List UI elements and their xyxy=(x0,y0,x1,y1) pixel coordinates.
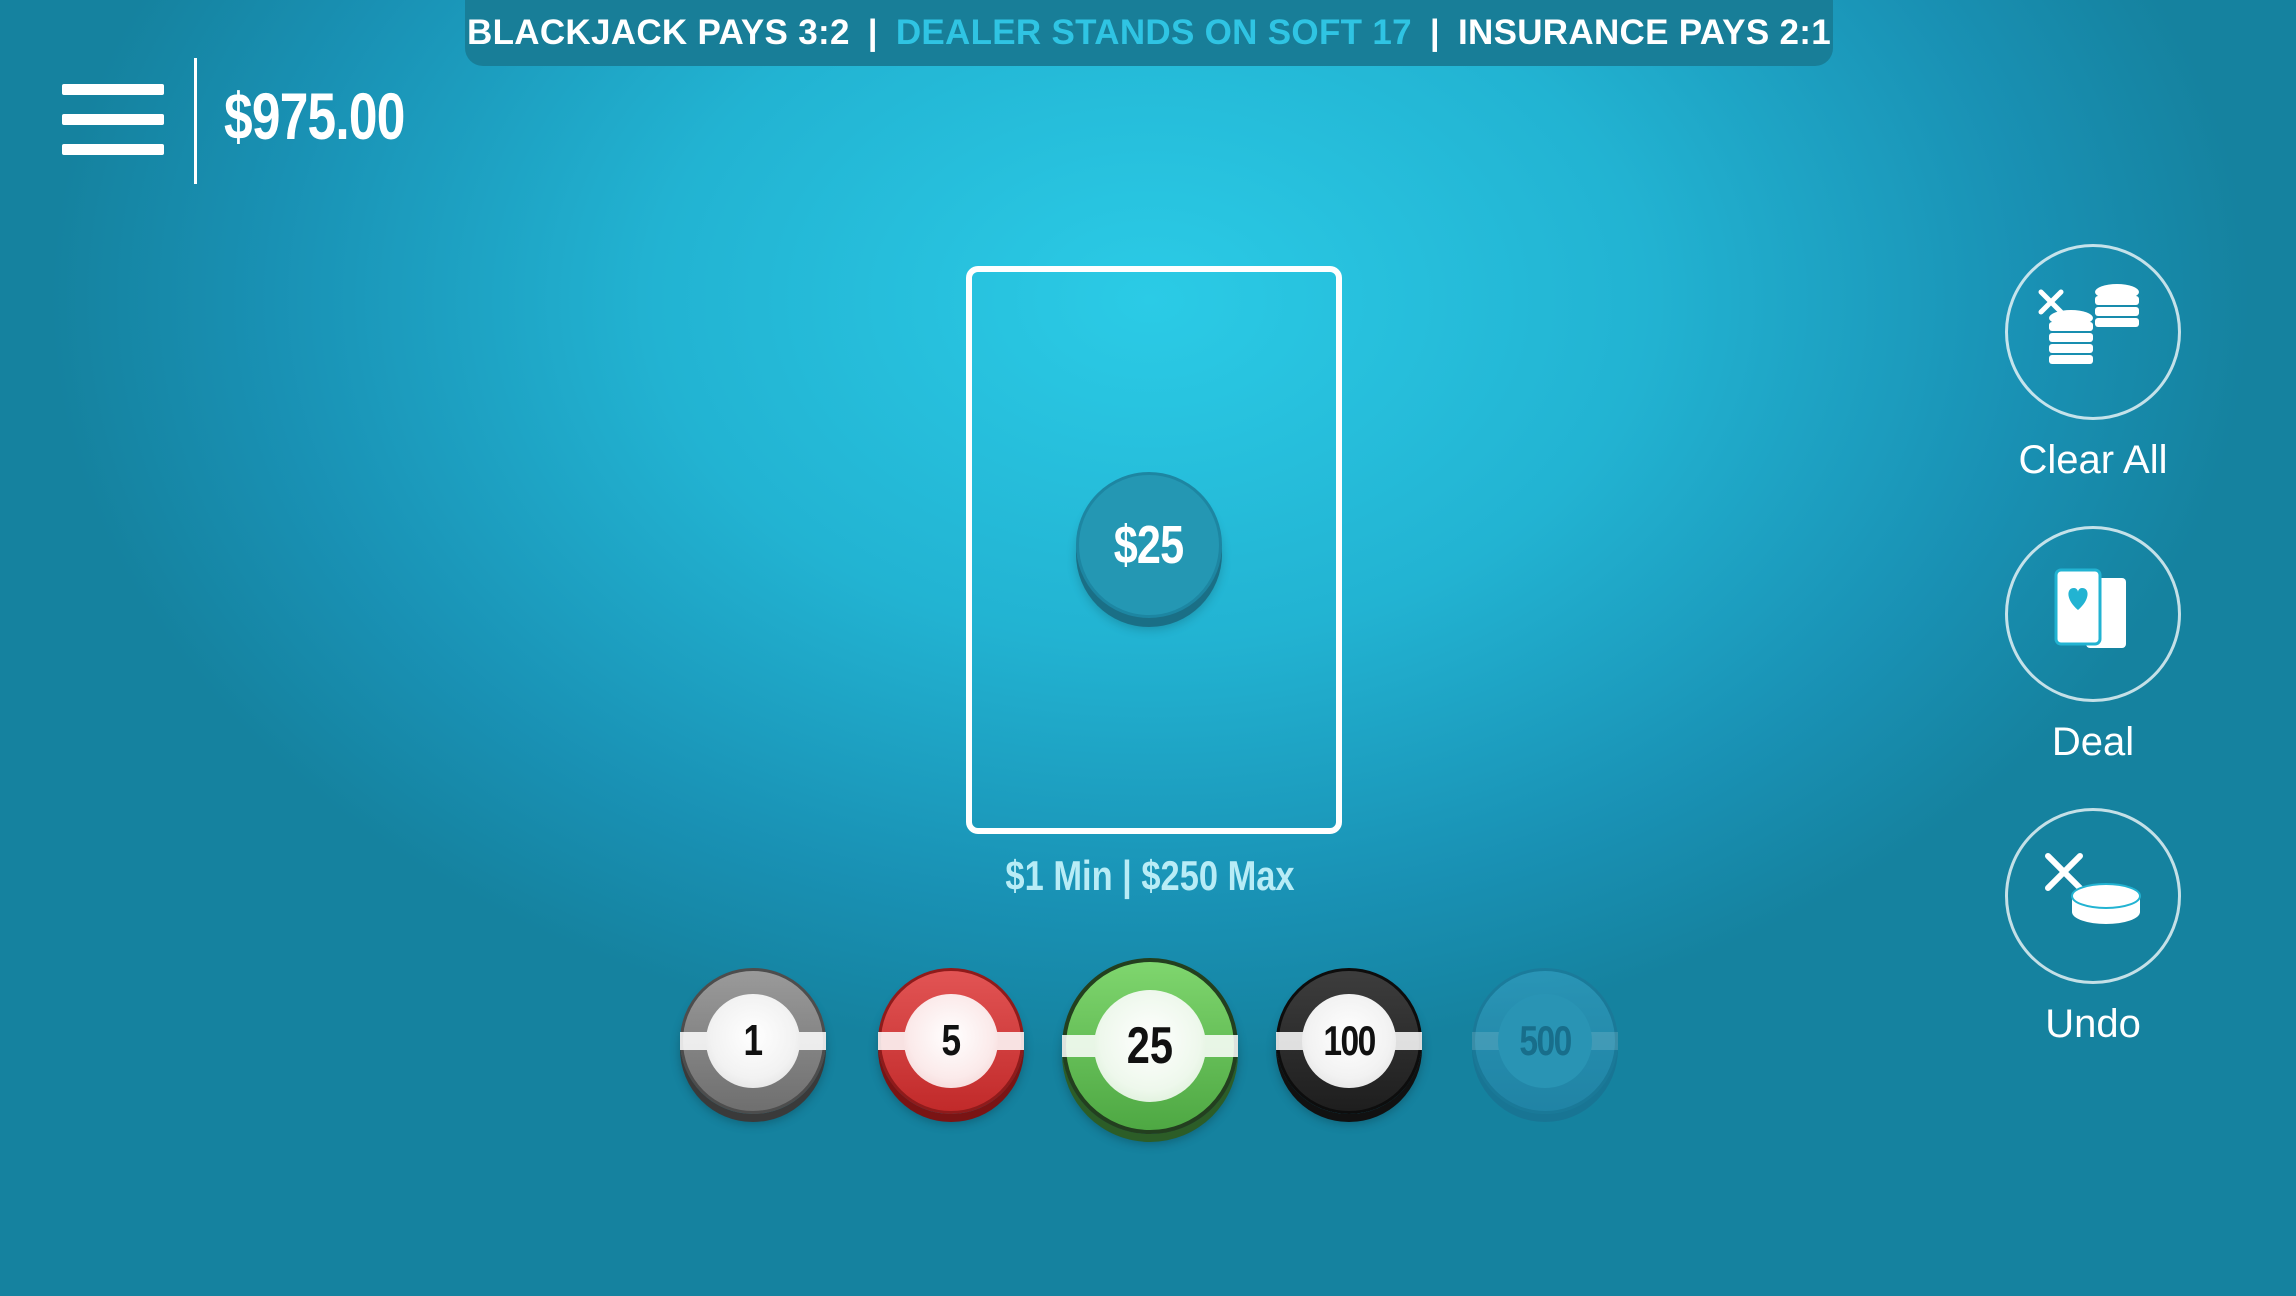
chip-face: 5 xyxy=(904,994,998,1088)
rules-banner: BLACKJACK PAYS 3:2 | DEALER STANDS ON SO… xyxy=(465,0,1833,66)
clear-all-label: Clear All xyxy=(2018,438,2168,482)
hamburger-menu-icon[interactable] xyxy=(62,84,164,156)
deal-button[interactable]: Deal xyxy=(2000,526,2186,765)
rule-insurance: INSURANCE PAYS 2:1 xyxy=(1457,13,1831,52)
chip-face: 100 xyxy=(1302,994,1396,1088)
clear-all-button[interactable]: Clear All xyxy=(2000,244,2186,483)
header-divider xyxy=(194,58,197,184)
chip-value: 1 xyxy=(743,1015,763,1065)
undo-label: Undo xyxy=(2045,1002,2141,1046)
rule-blackjack: BLACKJACK PAYS 3:2 xyxy=(467,13,850,52)
chip-face: 1 xyxy=(706,994,800,1088)
chip-value: 100 xyxy=(1323,1016,1376,1064)
menu-bar xyxy=(62,84,164,95)
chip-value: 500 xyxy=(1519,1016,1572,1064)
placed-bet-chip[interactable]: $25 xyxy=(1076,472,1222,618)
deal-cards-icon xyxy=(2054,568,2126,648)
chip-500[interactable]: 500 xyxy=(1472,968,1618,1114)
clear-all-circle xyxy=(2005,244,2181,420)
rule-separator: | xyxy=(867,13,878,52)
chip-1[interactable]: 1 xyxy=(680,968,826,1114)
menu-bar xyxy=(62,144,164,155)
rule-dealer: DEALER STANDS ON SOFT 17 xyxy=(895,13,1412,52)
undo-circle xyxy=(2005,808,2181,984)
chip-face: 500 xyxy=(1498,994,1592,1088)
table-limits: $1 Min | $250 Max xyxy=(1005,852,1295,899)
rule-separator: | xyxy=(1429,13,1440,52)
chip-5[interactable]: 5 xyxy=(878,968,1024,1114)
menu-bar xyxy=(62,114,164,125)
undo-chip-icon xyxy=(2045,853,2141,924)
chip-value: 25 xyxy=(1126,1016,1174,1075)
chip-value: 5 xyxy=(941,1015,961,1065)
chip-100[interactable]: 100 xyxy=(1276,968,1422,1114)
deal-circle xyxy=(2005,526,2181,702)
undo-button[interactable]: Undo xyxy=(2000,808,2186,1047)
balance-display: $975.00 xyxy=(224,79,405,153)
bet-amount: $25 xyxy=(1114,515,1184,575)
clear-chips-icon xyxy=(2038,284,2139,364)
deal-label: Deal xyxy=(2051,720,2135,764)
chip-25[interactable]: 25 xyxy=(1062,958,1238,1134)
chip-face: 25 xyxy=(1093,989,1207,1103)
